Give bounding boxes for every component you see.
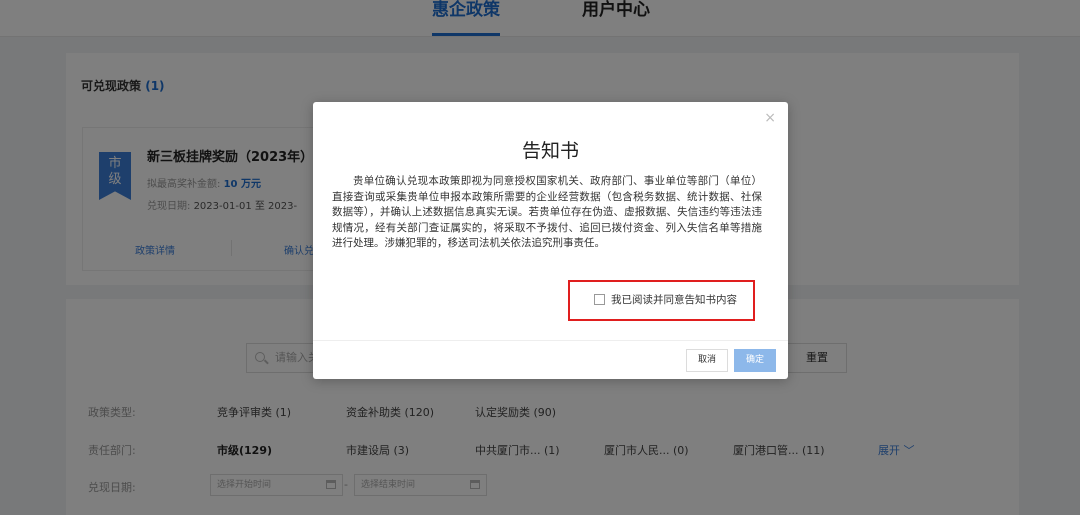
cancel-button[interactable]: 取消 — [686, 349, 728, 372]
dialog-body-text: 贵单位确认兑现本政策即视为同意授权国家机关、政府部门、事业单位等部门（单位）直接… — [332, 175, 762, 249]
dialog-title: 告知书 — [521, 140, 579, 162]
notice-dialog: × 告知书 贵单位确认兑现本政策即视为同意授权国家机关、政府部门、事业单位等部门… — [313, 102, 788, 379]
close-icon[interactable]: × — [764, 110, 776, 126]
agreement-highlight: 我已阅读并同意告知书内容 — [568, 280, 755, 321]
agree-label[interactable]: 我已阅读并同意告知书内容 — [611, 292, 737, 307]
confirm-button[interactable]: 确定 — [734, 349, 776, 372]
dialog-footer-divider — [313, 340, 788, 341]
agree-checkbox[interactable] — [594, 294, 605, 305]
